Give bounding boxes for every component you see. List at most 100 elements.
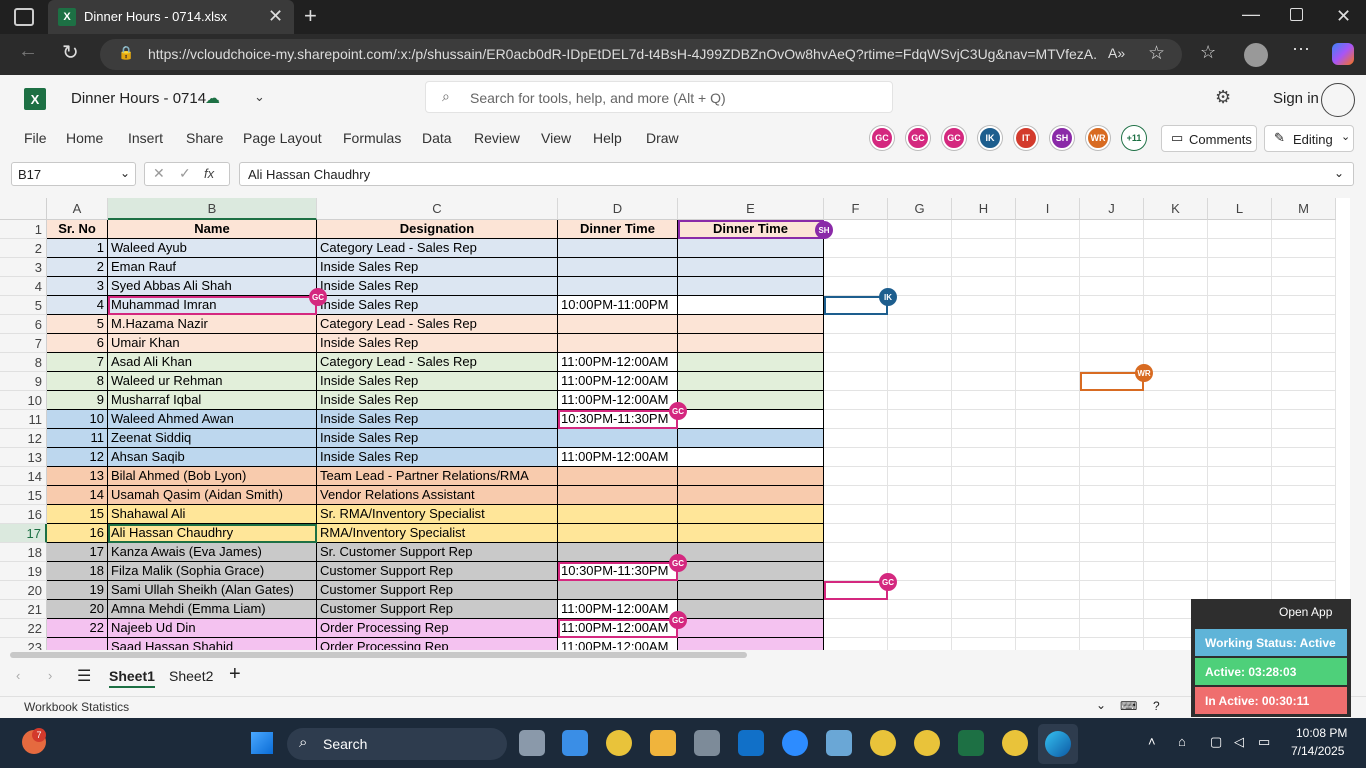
empty-cell[interactable] — [1016, 562, 1080, 581]
empty-cell[interactable] — [888, 296, 952, 315]
menu-formulas[interactable]: Formulas — [343, 130, 401, 148]
cell-designation[interactable]: Customer Support Rep — [317, 600, 558, 619]
empty-cell[interactable] — [1208, 581, 1272, 600]
open-app-link[interactable]: Open App — [1279, 605, 1332, 619]
column-header-f[interactable]: F — [824, 198, 888, 220]
empty-cell[interactable] — [1208, 562, 1272, 581]
empty-cell[interactable] — [1144, 524, 1208, 543]
cell-designation[interactable]: Order Processing Rep — [317, 638, 558, 650]
taskbar-search[interactable]: ⌕ Search — [287, 728, 507, 760]
empty-cell[interactable] — [1080, 505, 1144, 524]
tab-actions-icon[interactable] — [14, 8, 34, 26]
cell-name[interactable]: Syed Abbas Ali Shah — [108, 277, 317, 296]
chevron-down-icon[interactable]: ⌄ — [254, 89, 265, 105]
close-window-icon[interactable]: ✕ — [1336, 6, 1351, 27]
cell-name[interactable]: Najeeb Ud Din — [108, 619, 317, 638]
menu-draw[interactable]: Draw — [646, 130, 679, 148]
empty-cell[interactable] — [1208, 296, 1272, 315]
cell-dinner-time-2[interactable] — [678, 562, 824, 581]
menu-insert[interactable]: Insert — [128, 130, 163, 148]
empty-cell[interactable] — [824, 638, 888, 650]
empty-cell[interactable] — [1080, 448, 1144, 467]
empty-cell[interactable] — [1272, 353, 1336, 372]
empty-cell[interactable] — [888, 619, 952, 638]
network-icon[interactable]: ⌂ — [1178, 734, 1186, 749]
cell-dinner-time-2[interactable] — [678, 619, 824, 638]
cell-sr-no[interactable] — [47, 638, 108, 650]
cell-name[interactable]: Waleed Ayub — [108, 239, 317, 258]
empty-cell[interactable] — [824, 277, 888, 296]
row-header[interactable]: 11 — [0, 410, 47, 429]
chrome-profile-icon[interactable] — [870, 730, 896, 756]
empty-cell[interactable] — [1144, 505, 1208, 524]
cell-sr-no[interactable]: 4 — [47, 296, 108, 315]
empty-cell[interactable] — [888, 372, 952, 391]
cell-dinner-time-2[interactable] — [678, 467, 824, 486]
collaborator-tag[interactable]: IK — [879, 288, 897, 306]
empty-cell[interactable] — [1208, 448, 1272, 467]
cell-dinner-time[interactable]: 10:00PM-11:00PM — [558, 296, 678, 315]
cell-designation[interactable]: Inside Sales Rep — [317, 429, 558, 448]
empty-cell[interactable] — [888, 391, 952, 410]
column-header-c[interactable]: C — [317, 198, 558, 220]
empty-cell[interactable] — [1144, 277, 1208, 296]
display-icon[interactable]: ▢ — [1210, 734, 1222, 750]
collaborator-avatar[interactable]: GC — [870, 126, 894, 150]
cell-dinner-time-2[interactable] — [678, 410, 824, 429]
empty-cell[interactable] — [1016, 467, 1080, 486]
cell-designation[interactable]: Inside Sales Rep — [317, 258, 558, 277]
cell-sr-no[interactable]: 10 — [47, 410, 108, 429]
column-header-e[interactable]: E — [678, 198, 824, 220]
empty-cell[interactable] — [1080, 467, 1144, 486]
clock-date[interactable]: 7/14/2025 — [1291, 744, 1344, 758]
empty-cell[interactable] — [1016, 581, 1080, 600]
empty-cell[interactable] — [888, 353, 952, 372]
cell-name[interactable]: Zeenat Siddiq — [108, 429, 317, 448]
empty-cell[interactable] — [1144, 486, 1208, 505]
empty-cell[interactable] — [1208, 410, 1272, 429]
cell-dinner-time-2[interactable] — [678, 600, 824, 619]
row-header[interactable]: 19 — [0, 562, 47, 581]
empty-cell[interactable] — [888, 239, 952, 258]
menu-share[interactable]: Share — [186, 130, 223, 148]
minimize-icon[interactable]: — — [1242, 4, 1260, 25]
row-header[interactable]: 7 — [0, 334, 47, 353]
collaborator-tag[interactable]: SH — [815, 221, 833, 239]
cell-dinner-time[interactable] — [558, 581, 678, 600]
cell-sr-no[interactable]: 14 — [47, 486, 108, 505]
chrome-profile-icon[interactable] — [914, 730, 940, 756]
empty-cell[interactable] — [888, 429, 952, 448]
cell-designation[interactable]: Vendor Relations Assistant — [317, 486, 558, 505]
cell-designation[interactable]: Category Lead - Sales Rep — [317, 353, 558, 372]
cell-sr-no[interactable]: 19 — [47, 581, 108, 600]
empty-cell[interactable] — [952, 315, 1016, 334]
empty-cell[interactable] — [1080, 638, 1144, 650]
cell-sr-no[interactable]: 16 — [47, 524, 108, 543]
empty-cell[interactable] — [824, 315, 888, 334]
keyboard-icon[interactable]: ⌨ — [1120, 699, 1137, 713]
empty-cell[interactable] — [1080, 581, 1144, 600]
empty-cell[interactable] — [1208, 239, 1272, 258]
url-box[interactable]: 🔒 https://vcloudchoice-my.sharepoint.com… — [100, 39, 1182, 70]
empty-cell[interactable] — [1144, 429, 1208, 448]
start-icon[interactable] — [251, 732, 273, 754]
cell-designation[interactable]: Inside Sales Rep — [317, 296, 558, 315]
new-tab-icon[interactable]: + — [304, 3, 317, 29]
empty-cell[interactable] — [1272, 391, 1336, 410]
cell-sr-no[interactable]: 22 — [47, 619, 108, 638]
empty-cell[interactable] — [1144, 334, 1208, 353]
empty-cell[interactable] — [824, 562, 888, 581]
empty-cell[interactable] — [1144, 372, 1208, 391]
app-icon[interactable] — [826, 730, 852, 756]
empty-cell[interactable] — [1144, 448, 1208, 467]
row-header[interactable]: 15 — [0, 486, 47, 505]
maximize-icon[interactable] — [1290, 8, 1303, 21]
empty-cell[interactable] — [1208, 220, 1272, 239]
calculator-icon[interactable] — [694, 730, 720, 756]
empty-cell[interactable] — [1144, 391, 1208, 410]
cell-dinner-time-2[interactable] — [678, 353, 824, 372]
empty-cell[interactable] — [1016, 258, 1080, 277]
cell-dinner-time[interactable] — [558, 429, 678, 448]
empty-cell[interactable] — [1208, 277, 1272, 296]
empty-cell[interactable] — [824, 258, 888, 277]
